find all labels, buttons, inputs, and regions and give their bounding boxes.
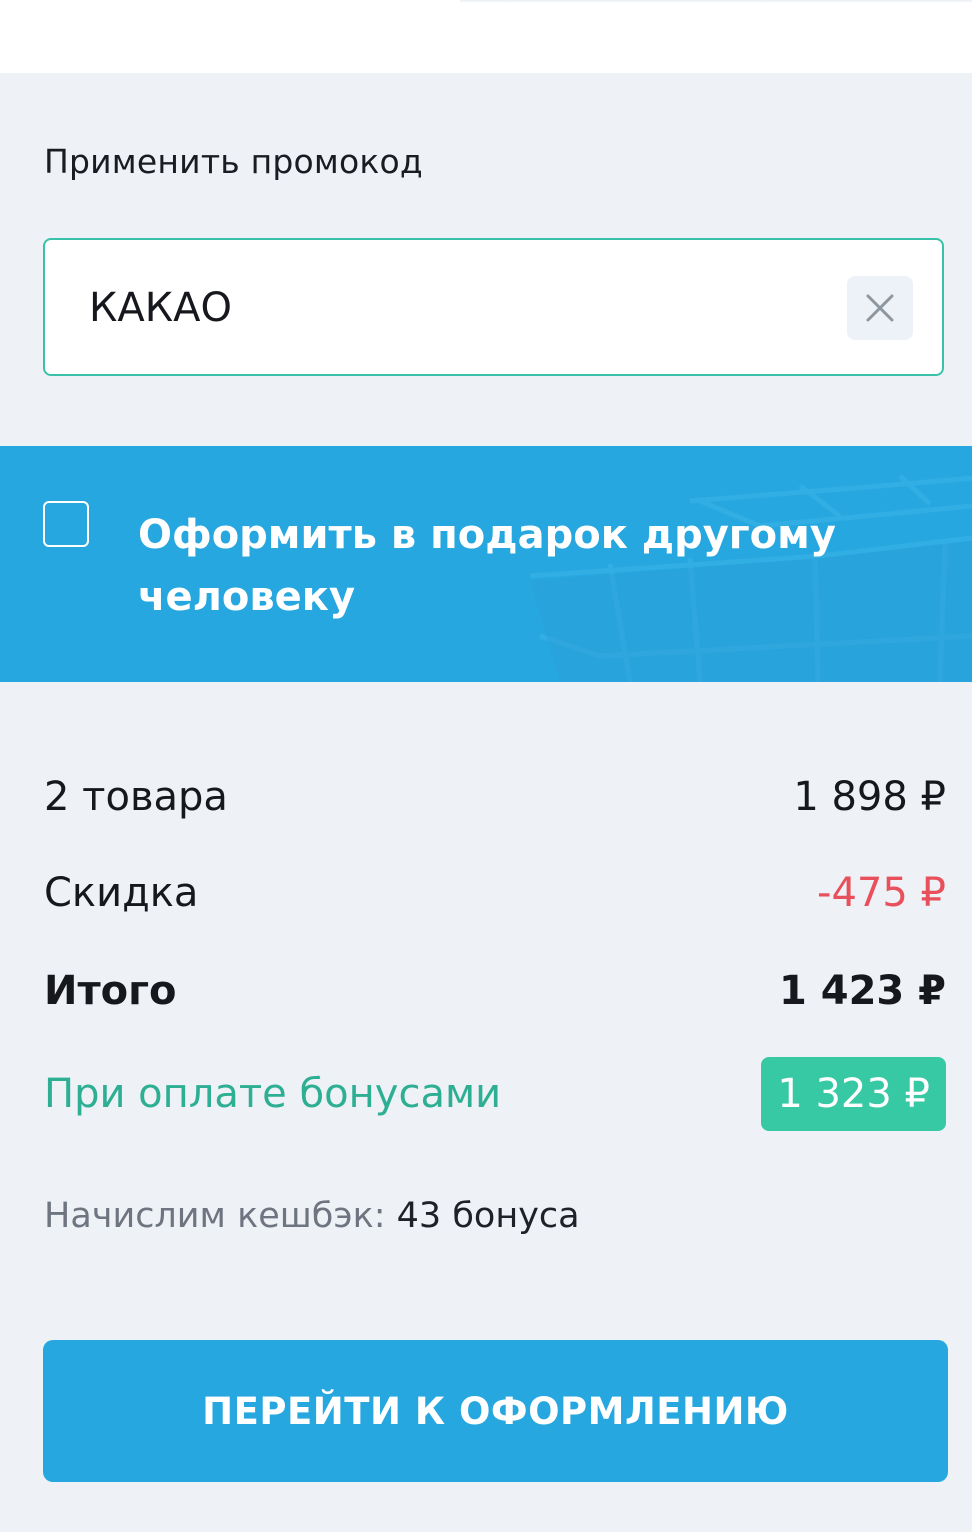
bonus-payment-label: При оплате бонусами: [44, 1071, 502, 1117]
discount-value: -475 ₽: [817, 870, 946, 916]
total-row: Итого 1 423 ₽: [44, 960, 946, 1022]
items-price: 1 898 ₽: [793, 774, 946, 820]
checkout-button-label: ПЕРЕЙТИ К ОФОРМЛЕНИЮ: [202, 1389, 789, 1433]
promo-code-field[interactable]: [43, 238, 944, 376]
cashback-value: 43 бонуса: [396, 1196, 580, 1236]
bonus-price-badge: 1 323 ₽: [761, 1057, 946, 1131]
promo-title: Применить промокод: [44, 142, 423, 181]
bonus-row: При оплате бонусами 1 323 ₽: [44, 1057, 946, 1131]
promo-code-input[interactable]: [89, 270, 789, 346]
gift-label: Оформить в подарок другому человеку: [138, 512, 836, 620]
gift-checkbox[interactable]: [43, 501, 89, 547]
clear-promo-button[interactable]: [847, 276, 913, 340]
items-row: 2 товара 1 898 ₽: [44, 766, 946, 828]
gift-banner[interactable]: Оформить в подарок другому человеку: [0, 446, 972, 682]
checkout-button[interactable]: ПЕРЕЙТИ К ОФОРМЛЕНИЮ: [43, 1340, 948, 1482]
cashback-info: Начислим кешбэк: 43 бонуса: [44, 1196, 580, 1236]
cashback-label: Начислим кешбэк:: [44, 1196, 386, 1236]
total-value: 1 423 ₽: [778, 968, 946, 1014]
close-icon: [866, 294, 894, 322]
top-white-area: [0, 0, 972, 73]
items-count-label: 2 товара: [44, 774, 228, 820]
top-shadow-edge: [460, 0, 972, 3]
total-label: Итого: [44, 968, 177, 1014]
discount-label: Скидка: [44, 870, 199, 916]
discount-row: Скидка -475 ₽: [44, 862, 946, 924]
